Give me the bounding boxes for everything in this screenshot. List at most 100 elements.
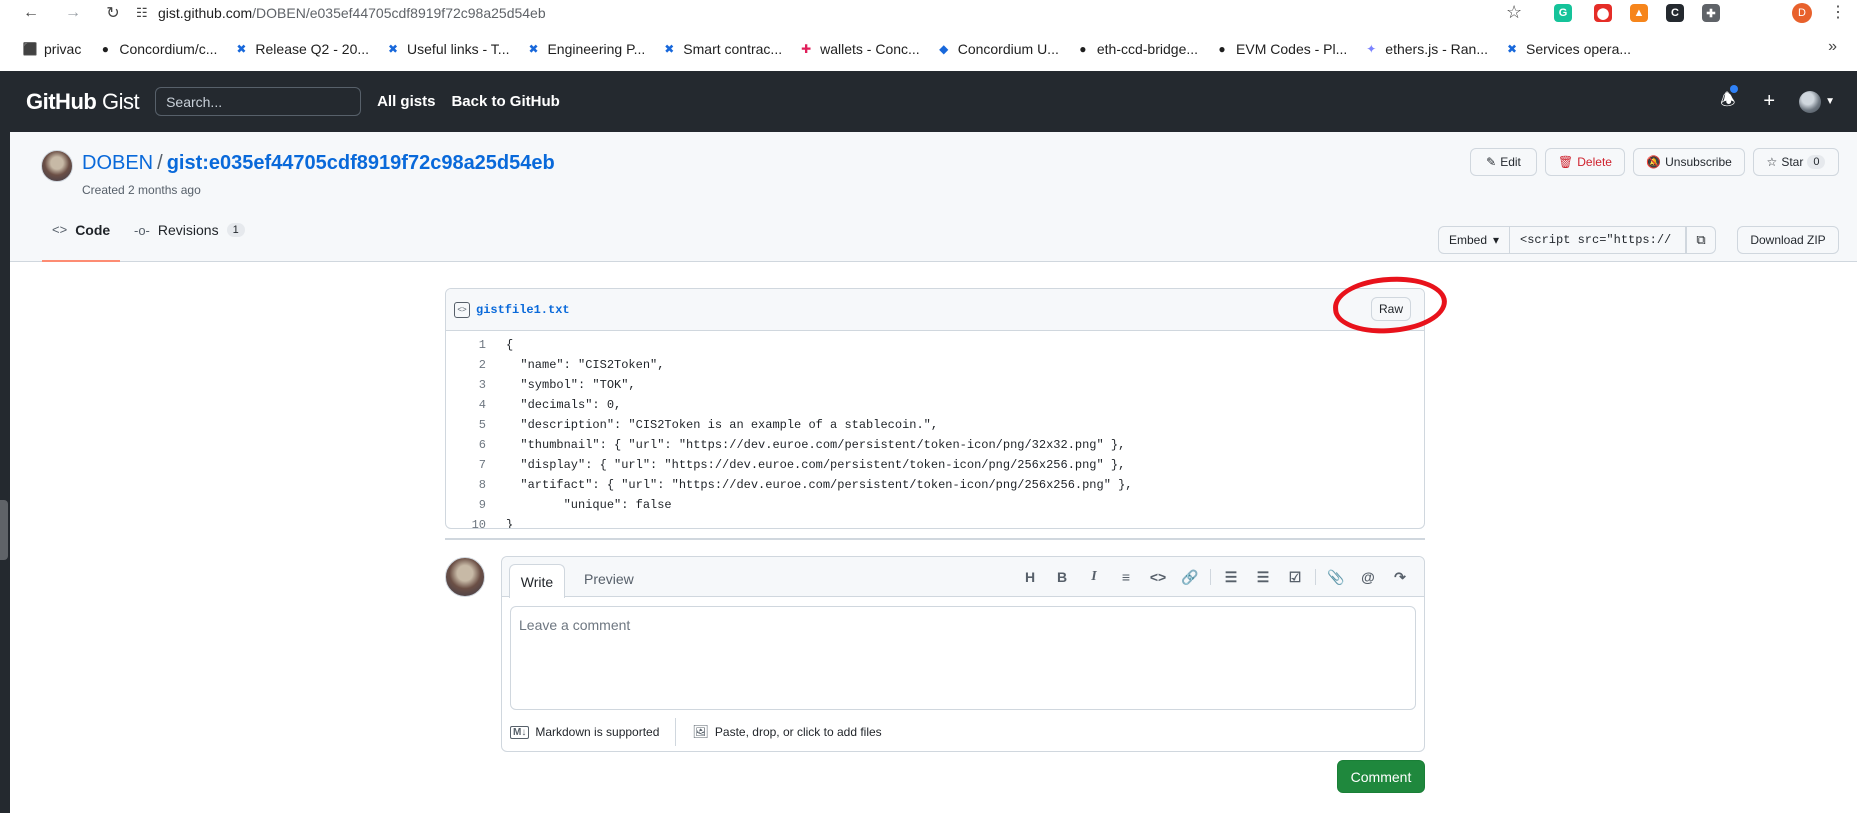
back-to-github-link[interactable]: Back to GitHub — [451, 93, 559, 110]
bold-icon[interactable]: B — [1046, 569, 1078, 585]
grammarly-icon[interactable]: G — [1554, 4, 1572, 22]
line-number[interactable]: 1 — [446, 338, 486, 352]
reference-icon[interactable]: ↷ — [1384, 569, 1416, 586]
code-icon[interactable]: <> — [1142, 569, 1174, 585]
bookmarks-bar: ⬛ privac ● Concordium/c... ✖ Release Q2 - 20.… — [0, 34, 1857, 64]
notifications-bell-icon[interactable]: 🕭 — [1720, 85, 1739, 116]
file-name-link[interactable]: gistfile1.txt — [476, 303, 570, 317]
owner-avatar[interactable] — [41, 150, 73, 182]
pencil-icon: ✎ — [1486, 155, 1497, 169]
tab-revisions[interactable]: -o- Revisions 1 — [134, 222, 245, 238]
link-icon[interactable]: 🔗 — [1174, 569, 1206, 586]
site-settings-icon[interactable]: ☷ — [136, 5, 158, 21]
browser-menu-icon[interactable]: ⋮ — [1830, 2, 1846, 22]
more-bookmarks-icon[interactable]: » — [1828, 38, 1837, 56]
attach-files-link[interactable]: Paste, drop, or click to add files — [715, 725, 882, 739]
embed-group: Embed ▾ <script src="https:// ⧉ — [1438, 226, 1716, 254]
gist-pagehead: DOBEN / gist:e035ef44705cdf8919f72c98a25d5… — [10, 132, 1857, 262]
line-number[interactable]: 9 — [446, 498, 486, 512]
star-button[interactable]: ☆ Star 0 — [1753, 148, 1839, 176]
bookmark-item[interactable]: ● eth-ccd-bridge... — [1075, 41, 1198, 57]
italic-icon[interactable]: I — [1078, 569, 1110, 585]
bookmark-item[interactable]: ⬛ privac — [22, 41, 82, 57]
markdown-toolbar: H B I ≡ <> 🔗 ☰ ☰ ☑ 📎 @ ↷ — [1014, 557, 1416, 597]
bookmark-item[interactable]: ✖ Useful links - T... — [385, 41, 509, 57]
line-number[interactable]: 6 — [446, 438, 486, 452]
unsubscribe-button[interactable]: 🔕 Unsubscribe — [1633, 148, 1745, 176]
code-line: 3 "symbol": "TOK", — [446, 375, 1424, 395]
delete-button[interactable]: 🗑 Delete — [1545, 148, 1625, 176]
bookmark-star-icon[interactable]: ☆ — [1506, 2, 1522, 23]
line-number[interactable]: 3 — [446, 378, 486, 392]
url-path: /DOBEN/e035ef44705cdf8919f72c98a25d54eb — [252, 5, 546, 21]
browser-profile-avatar[interactable]: D — [1792, 3, 1812, 23]
attach-icon[interactable]: 📎 — [1320, 569, 1352, 586]
confluence-icon: ✖ — [236, 42, 247, 56]
bookmark-item[interactable]: ✖ Engineering P... — [525, 41, 645, 57]
commenter-avatar — [445, 557, 485, 597]
header-actions: 🕭 + ▼ — [1720, 71, 1857, 132]
forward-arrow-icon[interactable]: → — [60, 0, 86, 26]
code-line: 4 "decimals": 0, — [446, 395, 1424, 415]
tab-write[interactable]: Write — [509, 564, 565, 598]
reload-icon[interactable]: ↻ — [100, 0, 126, 26]
unsubscribe-label: Unsubscribe — [1665, 155, 1732, 169]
all-gists-link[interactable]: All gists — [377, 93, 435, 110]
search-input[interactable]: Search... — [155, 87, 362, 116]
code-icon: <> — [52, 222, 68, 237]
footer-divider — [675, 718, 677, 746]
url-host: gist.github.com — [158, 5, 253, 21]
owner-link[interactable]: DOBEN — [82, 152, 153, 174]
bookmark-item[interactable]: ◆ Concordium U... — [936, 41, 1059, 57]
line-number[interactable]: 5 — [446, 418, 486, 432]
side-panel-handle[interactable] — [0, 500, 8, 560]
github-gist-logo[interactable]: GitHub Gist — [26, 89, 140, 115]
tab-preview[interactable]: Preview — [584, 571, 634, 587]
bookmark-item[interactable]: ✖ Release Q2 - 20... — [233, 41, 369, 57]
task-list-icon[interactable]: ☑ — [1279, 569, 1311, 586]
comment-textarea[interactable]: Leave a comment — [510, 606, 1416, 710]
line-number[interactable]: 7 — [446, 458, 486, 472]
create-plus-icon[interactable]: + — [1763, 90, 1775, 113]
embed-url-input[interactable]: <script src="https:// — [1510, 226, 1686, 254]
numbered-list-icon[interactable]: ☰ — [1215, 569, 1247, 586]
star-label: Star — [1781, 155, 1804, 169]
bulleted-list-icon[interactable]: ☰ — [1247, 569, 1279, 586]
metamask-icon[interactable]: ▲ — [1630, 4, 1648, 22]
line-number[interactable]: 2 — [446, 358, 486, 372]
copy-icon[interactable]: ⧉ — [1686, 226, 1716, 254]
line-number[interactable]: 8 — [446, 478, 486, 492]
bookmark-item[interactable]: ✖ Services opera... — [1504, 41, 1631, 57]
tab-code[interactable]: <> Code — [42, 222, 121, 262]
address-bar[interactable]: ☷ gist.github.com/DOBEN/e035ef44705cdf89… — [136, 0, 1506, 26]
toolbar-divider — [1315, 569, 1316, 585]
caret-down-icon[interactable]: ▼ — [1825, 96, 1835, 107]
markdown-supported-link[interactable]: Markdown is supported — [535, 725, 659, 739]
puzzle-icon[interactable]: ✚ — [1702, 4, 1720, 22]
line-number[interactable]: 4 — [446, 398, 486, 412]
bookmark-item[interactable]: ● EVM Codes - Pl... — [1214, 41, 1347, 57]
privacy-icon: ⬛ — [22, 42, 38, 56]
embed-select[interactable]: Embed ▾ — [1438, 226, 1510, 254]
shield-ext-icon[interactable]: ⬤ — [1594, 4, 1612, 22]
concordium-ext-icon[interactable]: C — [1666, 4, 1684, 22]
bookmark-item[interactable]: ✦ ethers.js - Ran... — [1363, 41, 1488, 57]
line-content: "unique": false — [506, 498, 672, 512]
bookmark-item[interactable]: ✖ Smart contrac... — [661, 41, 782, 57]
gist-name-link[interactable]: gist:e035ef44705cdf8919f72c98a25d54eb — [167, 152, 555, 174]
line-number[interactable]: 10 — [446, 518, 486, 528]
comment-submit-button[interactable]: Comment — [1337, 760, 1425, 793]
mention-icon[interactable]: @ — [1352, 569, 1384, 585]
created-date: Created 2 months ago — [82, 183, 201, 197]
user-avatar[interactable] — [1799, 90, 1822, 113]
quote-icon[interactable]: ≡ — [1110, 569, 1142, 585]
back-arrow-icon[interactable]: ← — [18, 0, 44, 26]
code-line: 8 "artifact": { "url": "https://dev.euro… — [446, 475, 1424, 495]
title-separator: / — [157, 152, 163, 174]
bookmark-item[interactable]: ✚ wallets - Conc... — [798, 41, 920, 57]
download-zip-button[interactable]: Download ZIP — [1737, 226, 1839, 254]
comment-footer: M↓ Markdown is supported 🖼 Paste, drop, … — [510, 717, 882, 747]
edit-button[interactable]: ✎ Edit — [1470, 148, 1537, 176]
heading-icon[interactable]: H — [1014, 569, 1046, 585]
bookmark-item[interactable]: ● Concordium/c... — [97, 41, 218, 57]
